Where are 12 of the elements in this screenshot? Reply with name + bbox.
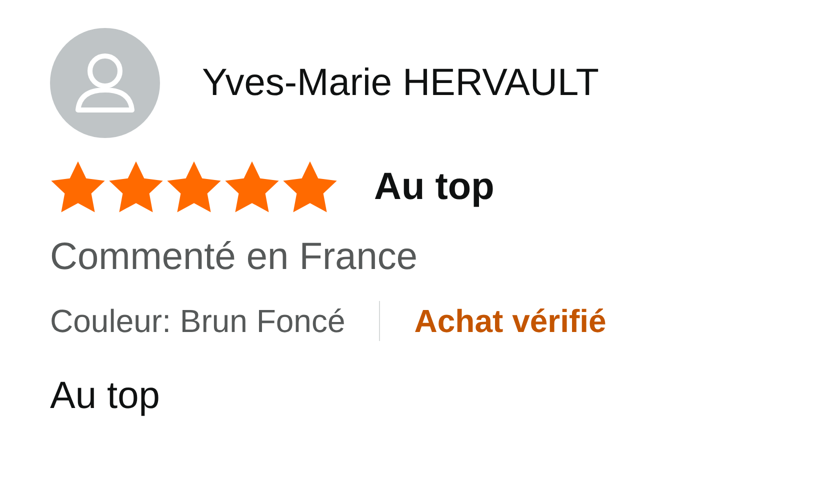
avatar-icon bbox=[50, 28, 160, 138]
star-icon bbox=[166, 160, 222, 214]
review-location: Commenté en France bbox=[50, 236, 418, 279]
verified-purchase-label: Achat vérifié bbox=[414, 302, 606, 340]
review-title: Au top bbox=[374, 166, 494, 208]
star-icon bbox=[108, 160, 164, 214]
star-icon bbox=[50, 160, 106, 214]
star-icon bbox=[224, 160, 280, 214]
star-icon bbox=[282, 160, 338, 214]
review-text: Au top bbox=[50, 375, 161, 418]
reviewer-name: Yves-Marie HERVAULT bbox=[202, 62, 599, 104]
variant-label: Couleur: Brun Foncé bbox=[50, 302, 346, 340]
